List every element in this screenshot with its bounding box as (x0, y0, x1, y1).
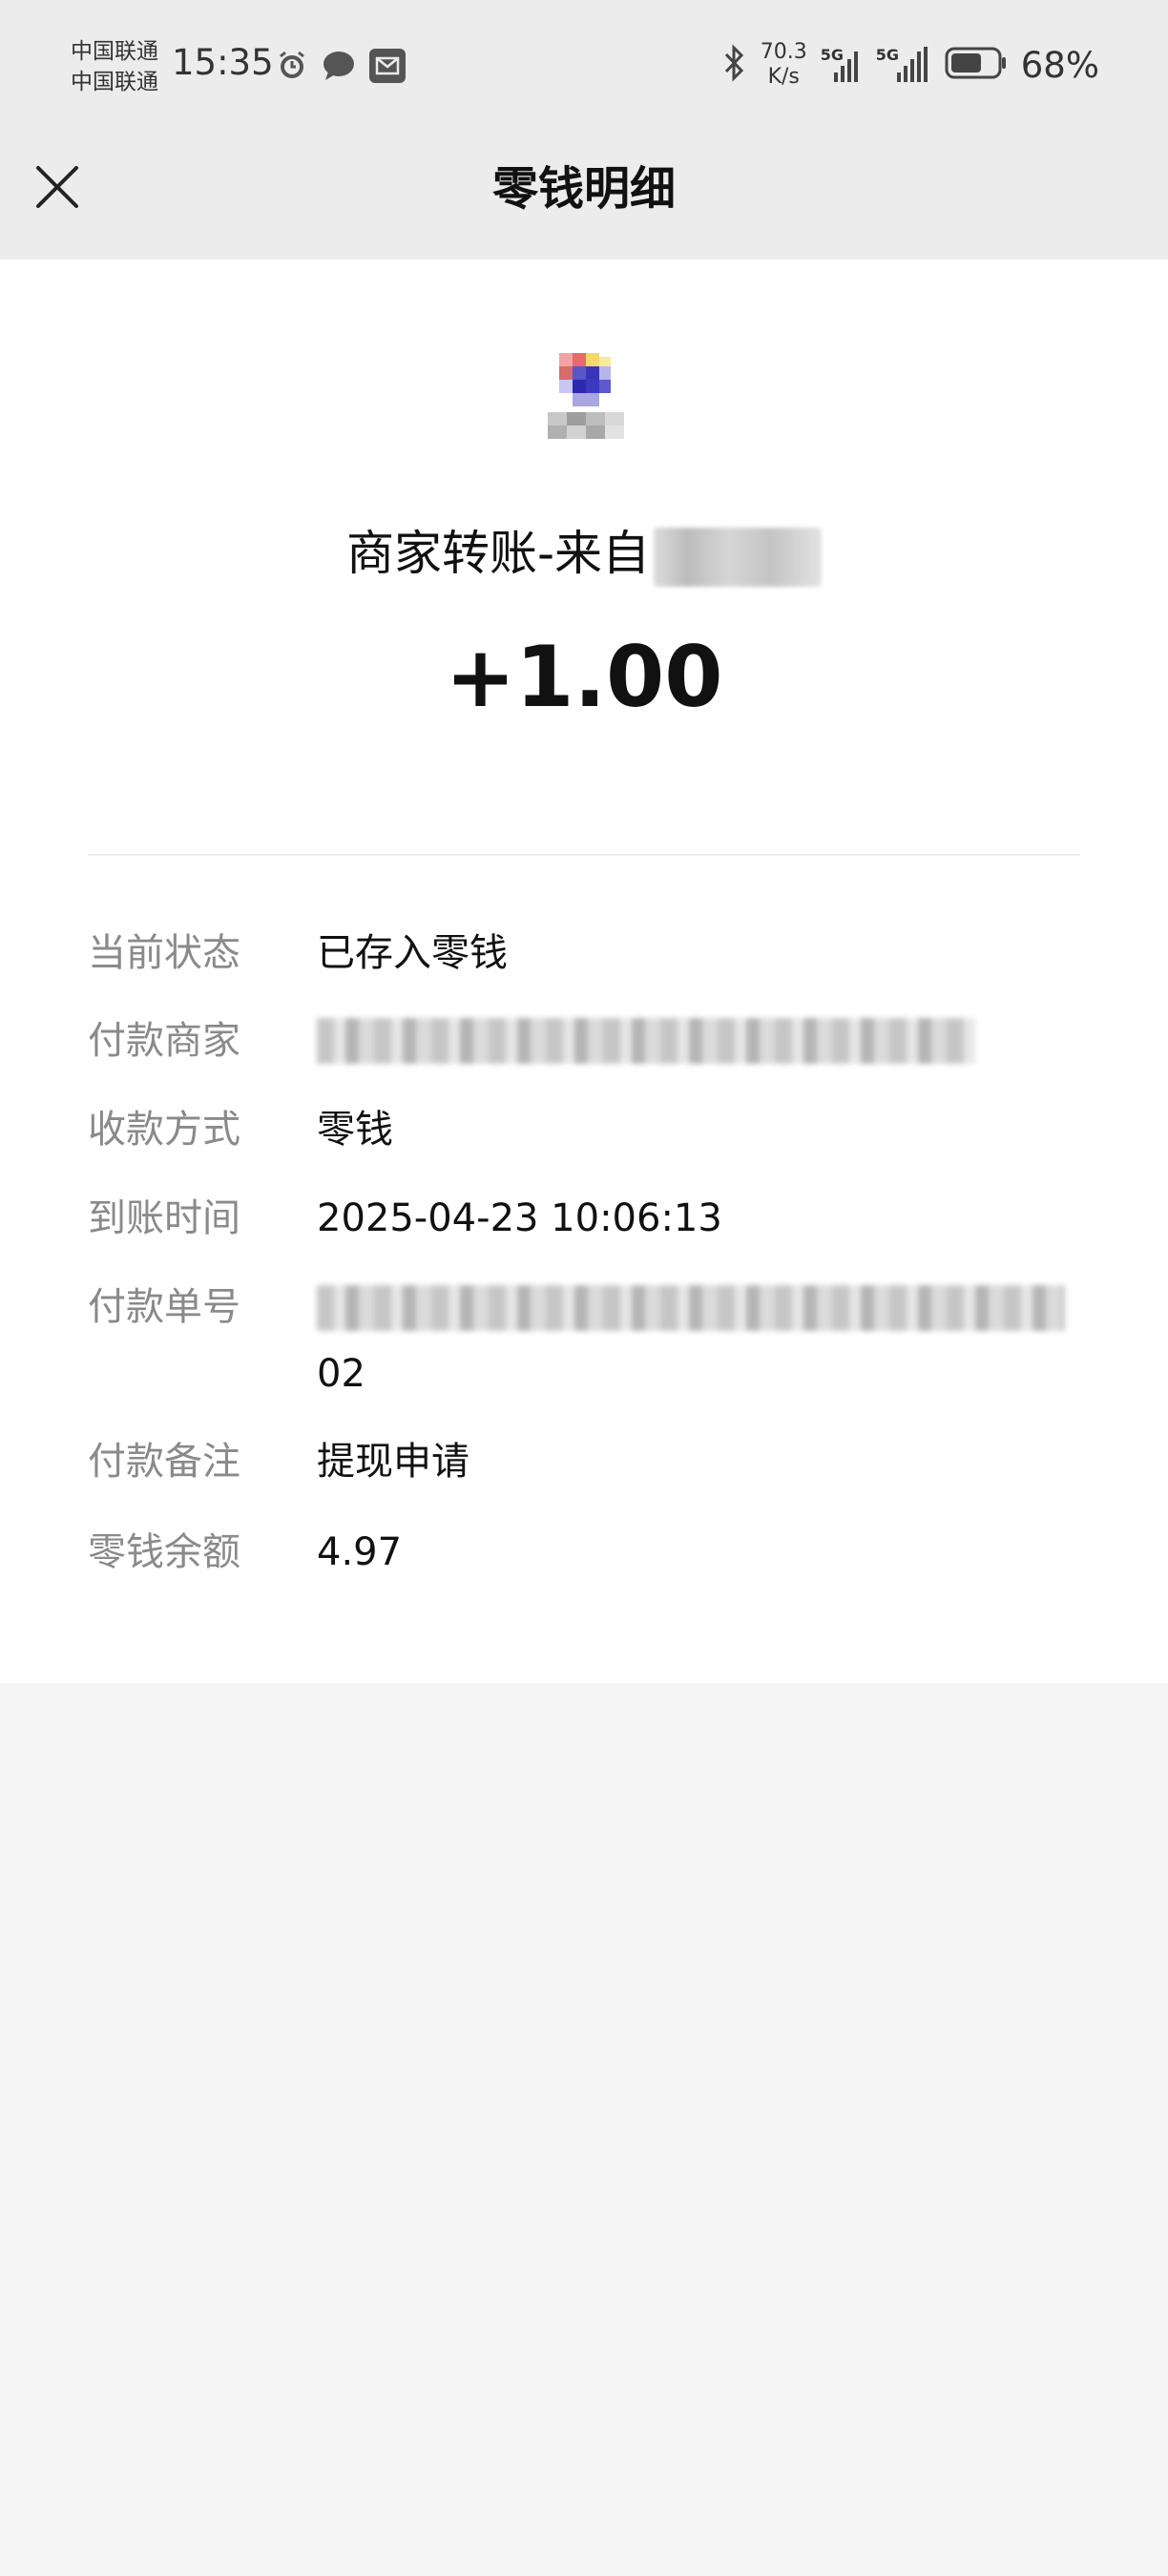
merchant-avatar (548, 353, 630, 447)
mail-icon (368, 48, 407, 88)
carrier-2: 中国联通 (71, 70, 158, 94)
clock: 15:35 (172, 42, 274, 83)
redacted-payer-name (317, 1018, 975, 1064)
status-label: 当前状态 (88, 931, 240, 975)
network-speed-unit: K/s (767, 65, 800, 89)
network-speed-value: 70.3 (760, 40, 807, 64)
redacted-order-number (317, 1285, 1065, 1331)
order-label: 付款单号 (88, 1285, 240, 1329)
carrier-info: 中国联通 中国联通 (71, 36, 158, 97)
method-value: 零钱 (317, 1108, 393, 1152)
remark-label: 付款备注 (88, 1440, 240, 1484)
redacted-merchant-name (654, 527, 823, 587)
divider (88, 854, 1080, 856)
merchant-title: 商家转账-来自 (0, 520, 1168, 587)
battery-level-fill (950, 53, 981, 73)
order-value-tail: 02 (317, 1352, 365, 1396)
chat-bubble-icon (321, 49, 357, 87)
alarm-icon (275, 49, 309, 87)
balance-label: 零钱余额 (88, 1530, 240, 1574)
merchant-title-text: 商家转账-来自 (345, 526, 651, 581)
payer-label: 付款商家 (88, 1019, 240, 1063)
battery-icon (945, 46, 1008, 84)
transaction-amount: +1.00 (445, 628, 723, 726)
notification-icons (275, 48, 407, 88)
balance-value: 4.97 (317, 1530, 403, 1574)
status-value: 已存入零钱 (317, 931, 508, 975)
page-title: 零钱明细 (491, 162, 676, 216)
remark-value: 提现申请 (317, 1440, 469, 1484)
time-label: 到账时间 (88, 1196, 240, 1240)
time-value: 2025-04-23 10:06:13 (317, 1196, 722, 1240)
battery-percent: 68% (1020, 44, 1099, 86)
order-row: 付款单号 02 (88, 1279, 1080, 1403)
bluetooth-icon (722, 44, 747, 86)
signal-icon: 5G (821, 46, 863, 84)
carrier-1: 中国联通 (71, 39, 158, 64)
network-speed: 70.3 K/s (761, 40, 807, 90)
signal-icon-2: 5G (876, 46, 931, 84)
system-status: 70.3 K/s 5G 5G 68% (722, 40, 1099, 90)
method-label: 收款方式 (88, 1108, 240, 1152)
